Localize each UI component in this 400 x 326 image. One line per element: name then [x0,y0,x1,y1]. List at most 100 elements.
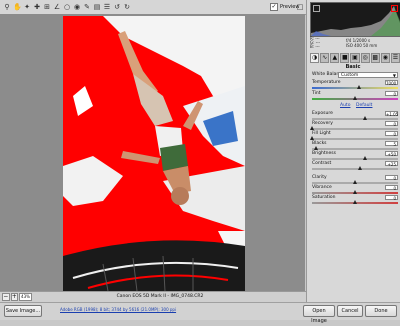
vibrance-value-field[interactable]: 0 [385,185,398,191]
clarity-label: Clarity [312,175,327,180]
crop-icon[interactable]: ⊞ [43,3,51,11]
rotate-right-icon[interactable]: ↻ [123,3,131,11]
save-image-button[interactable]: Save Image... [4,305,42,317]
recovery-slider-track[interactable] [312,128,398,130]
chevron-down-icon: ▼ [392,73,396,78]
straighten-icon[interactable]: ∠ [53,3,61,11]
tint-label: Tint [312,91,321,96]
workflow-options-link[interactable]: Adobe RGB (1998); 8 bit; 3744 by 5616 (2… [60,307,176,312]
b-value: --- [315,44,320,49]
vibrance-slider-thumb[interactable] [353,190,357,194]
saturation-value-field[interactable]: 0 [385,195,398,201]
graduated-filter-icon[interactable]: ▤ [93,3,101,11]
contrast-label: Contrast [312,161,332,166]
brightness-value-field[interactable]: +50 [385,151,398,157]
brightness-slider-thumb[interactable] [363,156,368,160]
photo-preview[interactable] [63,16,245,291]
camera-calibration-tab-icon[interactable]: ◉ [380,53,390,63]
section-title: Basic [345,64,361,70]
blacks-slider-track[interactable] [312,148,398,150]
zoom-icon[interactable]: ⚲ [3,3,11,11]
fill-light-slider-thumb[interactable] [310,136,314,140]
contrast-value-field[interactable]: +25 [385,161,398,167]
blacks-slider-row: Blacks 5 [312,141,398,151]
recovery-label: Recovery [312,121,333,126]
saturation-slider-row: Saturation 0 [312,195,398,205]
preview-checkbox[interactable]: ✓ [270,3,278,11]
shadow-clipping-icon[interactable] [313,5,320,12]
tint-slider-thumb[interactable] [353,96,357,100]
saturation-label: Saturation [312,195,336,200]
open-image-button[interactable]: Open Image [303,305,335,324]
auto-default-row: Auto Default [312,103,398,109]
panel-tabs: ◑ ∿ ▲ ■ ▣ ◎ ▩ ◉ ☰ [306,53,400,63]
brightness-slider-track[interactable] [312,158,398,160]
temperature-value-field[interactable]: 7000 [385,80,398,86]
color-sampler-icon[interactable]: ✚ [33,3,41,11]
preferences-icon[interactable]: ☰ [103,3,111,11]
default-link[interactable]: Default [356,103,372,108]
rotate-left-icon[interactable]: ↺ [113,3,121,11]
detail-tab-icon[interactable]: ▲ [330,53,340,63]
recovery-slider-thumb[interactable] [310,126,314,130]
clipping-photo [63,16,245,291]
white-balance-value: Custom [341,73,359,78]
saturation-slider-thumb[interactable] [353,200,357,204]
zoom-out-button[interactable]: − [2,293,10,301]
zoom-in-button[interactable]: + [10,293,18,301]
retouch-icon[interactable]: ○ [63,3,71,11]
split-toning-tab-icon[interactable]: ▣ [350,53,360,63]
adjustment-brush-icon[interactable]: ✎ [83,3,91,11]
fill-light-value-field[interactable]: 0 [385,131,398,137]
file-name: Canon EOS 5D Mark II - IMG_0748.CR2 [116,294,204,299]
temperature-slider-thumb[interactable] [357,85,362,89]
hsl-tab-icon[interactable]: ■ [340,53,350,63]
histogram [310,2,400,37]
done-button[interactable]: Done [365,305,397,317]
white-balance-icon[interactable]: ✦ [23,3,31,11]
zoom-control: − + 43% [2,293,32,301]
highlight-clipping-icon[interactable] [391,5,398,12]
tint-slider-row: Tint 0 [312,91,398,101]
exposure-value-field[interactable]: +1.05 [385,111,398,117]
contrast-slider-thumb[interactable] [358,166,363,170]
presets-tab-icon[interactable]: ☰ [390,53,400,63]
hand-icon[interactable]: ✋ [13,3,22,11]
temperature-slider-track[interactable] [312,87,398,89]
camera-info: R: --- G: --- B: --- f/4 1/2000 s ISO 40… [310,36,399,50]
white-balance-row: White Balance: Custom ▼ [312,72,398,80]
brightness-label: Brightness [312,151,336,156]
focal-value: 50 mm [363,43,378,48]
effects-tab-icon[interactable]: ▩ [370,53,380,63]
fill-light-label: Fill Light [312,131,331,136]
brightness-slider-row: Brightness +50 [312,151,398,161]
iso-value: ISO 400 [346,43,362,48]
fill-light-slider-track[interactable] [312,138,398,140]
clarity-slider-thumb[interactable] [353,180,357,184]
recovery-value-field[interactable]: 0 [385,121,398,127]
lens-tab-icon[interactable]: ◎ [360,53,370,63]
contrast-slider-track[interactable] [312,168,398,170]
exposure-slider-row: Exposure +1.05 [312,111,398,121]
fullscreen-icon[interactable]: □ [296,3,304,11]
blacks-slider-thumb[interactable] [314,146,319,150]
blacks-value-field[interactable]: 5 [385,141,398,147]
zoom-level[interactable]: 43% [19,293,32,301]
clarity-slider-row: Clarity 0 [312,175,398,185]
b-label: B: [310,44,315,49]
basic-tab-icon[interactable]: ◑ [310,53,320,63]
red-eye-icon[interactable]: ◉ [73,3,81,11]
cancel-button[interactable]: Cancel [337,305,363,317]
exposure-slider-track[interactable] [312,118,398,120]
exposure-slider-thumb[interactable] [363,116,368,120]
contrast-slider-row: Contrast +25 [312,161,398,171]
tone-curve-tab-icon[interactable]: ∿ [320,53,330,63]
vibrance-label: Vibrance [312,185,332,190]
auto-link[interactable]: Auto [340,103,350,108]
white-balance-select[interactable]: Custom ▼ [338,72,398,78]
exposure-label: Exposure [312,111,333,116]
recovery-slider-row: Recovery 0 [310,121,398,131]
clarity-value-field[interactable]: 0 [385,175,398,181]
temperature-slider-row: Temperature 7000 [312,80,398,90]
tint-value-field[interactable]: 0 [385,91,398,97]
